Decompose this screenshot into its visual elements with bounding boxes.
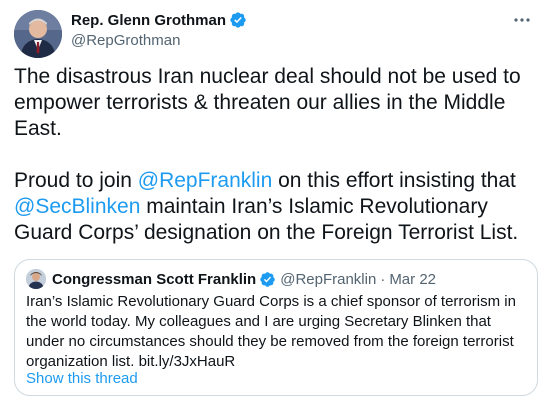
quoted-tweet-card[interactable]: Congressman Scott Franklin @RepFranklin … [14,259,538,396]
show-thread-link[interactable]: Show this thread [26,370,138,387]
quoted-author-avatar[interactable] [26,269,46,289]
tweet-paragraph-1: The disastrous Iran nuclear deal should … [14,65,521,140]
quoted-tweet-date[interactable]: Mar 22 [389,271,436,288]
quoted-text-body: Iran’s Islamic Revolutionary Guard Corps… [26,293,516,370]
more-options-icon [514,18,530,22]
mention-link-repfranklin[interactable]: @RepFranklin [138,169,273,192]
author-avatar[interactable] [14,10,62,58]
tweet-paragraph-2: Proud to join @RepFranklin on this effor… [14,168,540,246]
author-block: Rep. Glenn Grothman @RepGrothman [71,10,247,49]
quoted-author-handle: @RepFranklin [280,270,377,288]
tweet-card: Rep. Glenn Grothman @RepGrothman The dis… [0,0,550,408]
author-handle[interactable]: @RepGrothman [71,32,247,49]
verified-badge-icon [230,12,246,28]
quoted-tweet-link[interactable]: bit.ly/3JxHauR [139,353,236,370]
separator-dot: · [380,270,386,288]
more-options-button[interactable] [508,6,536,34]
tweet-text: The disastrous Iran nuclear deal should … [14,64,540,246]
text-segment: on this effort insisting that [272,169,516,192]
author-display-name[interactable]: Rep. Glenn Grothman [71,12,226,29]
author-name-row: Rep. Glenn Grothman [71,10,247,30]
quoted-author-name[interactable]: Congressman Scott Franklin [52,271,256,288]
quoted-tweet-header: Congressman Scott Franklin @RepFranklin … [26,269,436,289]
text-segment: Proud to join [14,169,138,192]
quoted-tweet-text: Iran’s Islamic Revolutionary Guard Corps… [26,292,526,372]
mention-link-secblinken[interactable]: @SecBlinken [14,195,140,218]
verified-badge-icon [260,271,275,287]
